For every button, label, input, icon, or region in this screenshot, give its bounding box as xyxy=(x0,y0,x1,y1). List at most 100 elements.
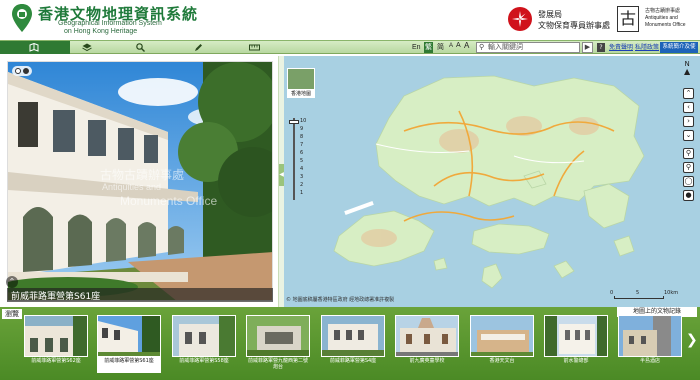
cho-name[interactable]: 文物保育專員辦事處 xyxy=(538,20,610,31)
zoom-tick-label: 2 xyxy=(300,182,304,188)
scale-label-end: 10km xyxy=(664,290,679,296)
scale-bar xyxy=(614,296,664,299)
heritage-thumbnail[interactable]: 前威菲路軍營第S58座 xyxy=(172,315,236,373)
search-icon: ⚲ xyxy=(479,43,485,51)
thumbnail-label: 前威菲路軍營九龍西第二號炮台 xyxy=(247,358,308,370)
thumbnail-label: 前水警總部 xyxy=(563,358,589,364)
next-arrow-icon[interactable]: ❯ xyxy=(686,332,698,348)
privacy-link[interactable]: 私隱政策 xyxy=(635,42,659,51)
thumbnail-image xyxy=(321,315,385,357)
zoom-tick-label: 9 xyxy=(300,126,304,132)
slide-dot-icon[interactable] xyxy=(23,68,29,74)
photo-caption: 前威菲路軍營第S61座 xyxy=(11,292,101,302)
heritage-photo[interactable]: 古物古蹟辦事處 Antiquities and Monuments Office xyxy=(7,61,273,301)
font-size-medium[interactable]: A xyxy=(456,42,461,49)
search-placeholder: 輸入關鍵詞 xyxy=(488,43,523,51)
zoom-tick-label: 4 xyxy=(300,166,304,172)
ruler-icon xyxy=(249,44,260,51)
heritage-thumbnail[interactable]: 前九廣英童學校 xyxy=(395,315,459,373)
thumbnail-label: 半島酒店 xyxy=(639,358,660,364)
thumbnail-label: 前威菲路軍營第S61座 xyxy=(104,358,154,364)
thumbnail-image xyxy=(24,315,88,357)
hong-kong-map xyxy=(284,56,700,307)
system-guide-button[interactable]: 系統簡介及使用指引 xyxy=(660,42,698,61)
zoom-in-icon[interactable]: ⚲ xyxy=(683,148,694,159)
amo-name-en: Antiquities and xyxy=(645,15,678,21)
zoom-slider-handle[interactable] xyxy=(289,120,299,124)
thumbnail-image xyxy=(618,315,682,357)
slideshow-toggle[interactable] xyxy=(12,66,32,76)
zoom-tick-label: 5 xyxy=(300,158,304,164)
basemap-switch-thumbnail[interactable] xyxy=(287,68,315,90)
font-size-large[interactable]: A xyxy=(464,41,469,50)
pen-icon xyxy=(195,44,202,51)
gps-locate-icon[interactable]: ◯ xyxy=(683,176,694,187)
basemap-label[interactable]: 香港地圖 xyxy=(287,90,315,98)
amo-logo[interactable]: 古 xyxy=(617,6,639,32)
zoom-tick-label: 10 xyxy=(300,118,307,124)
devb-name[interactable]: 發展局 xyxy=(538,9,562,20)
thumbnail-image xyxy=(172,315,236,357)
zoom-tick-label: 6 xyxy=(300,150,304,156)
map-layers-icon xyxy=(29,43,39,52)
zoom-tick-label: 7 xyxy=(300,142,304,148)
map-copyright: © 地圖底稿屬香港特區政府 經地政總署准許複製 xyxy=(286,297,395,303)
site-title-en-2: on Hong Kong Heritage xyxy=(64,28,138,35)
location-pin-logo-icon xyxy=(12,4,32,32)
thumbnail-label: 香港天文台 xyxy=(489,358,515,364)
browse-label[interactable]: 瀏覽 xyxy=(2,309,22,319)
heritage-thumbnail[interactable]: 香港天文台 xyxy=(470,315,534,373)
thumbnail-label: 前九廣英童學校 xyxy=(409,358,445,364)
map-view[interactable]: 香港地圖 10 9 8 7 6 5 4 3 2 1 N ▲ ⌃ ‹ › ⌄ ⚲ … xyxy=(284,56,700,307)
pan-left-button[interactable]: ‹ xyxy=(683,102,694,113)
pan-down-button[interactable]: ⌄ xyxy=(683,130,694,141)
amo-name-zh: 古物古蹟辦事處 xyxy=(645,8,681,14)
zoom-tick-label: 3 xyxy=(300,174,304,180)
photo-caption-bar: 前威菲路軍營第S61座 xyxy=(7,288,273,302)
watermark-zh: 古物古蹟辦事處 xyxy=(100,168,185,182)
zoom-slider[interactable] xyxy=(293,118,295,200)
heritage-thumbnail[interactable]: 前威菲路軍營九龍西第二號炮台 xyxy=(246,315,310,373)
heritage-thumbnail[interactable]: 前水警總部 xyxy=(544,315,608,373)
pan-up-button[interactable]: ⌃ xyxy=(683,88,694,99)
zoom-out-icon[interactable]: ⚲ xyxy=(683,162,694,173)
thumbnail-label: 前威菲路軍營第S4座 xyxy=(329,358,377,364)
north-arrow-icon: N ▲ xyxy=(684,60,691,76)
thumbnail-label: 前威菲路軍營第S62座 xyxy=(31,358,81,364)
tab-measure[interactable] xyxy=(236,41,306,54)
lang-simplified-chinese[interactable]: 简 xyxy=(436,42,445,53)
search-icon xyxy=(136,43,145,52)
header: 香港文物地理資訊系統 Geographical Information Syst… xyxy=(0,0,700,40)
disclaimer-link[interactable]: 免責聲明 xyxy=(609,42,633,51)
toolbar: En 繁 简 A A A ⚲ 輸入關鍵詞 ▶ ? 免責聲明 私隱政策 系統簡介及… xyxy=(0,40,700,61)
pan-right-button[interactable]: › xyxy=(683,116,694,127)
thumbnail-image xyxy=(544,315,608,357)
slide-dot-icon[interactable] xyxy=(15,68,21,74)
lang-traditional-chinese[interactable]: 繁 xyxy=(424,42,433,53)
thumbnail-label: 前威菲路軍營第S58座 xyxy=(179,358,229,364)
photo-panel: 古物古蹟辦事處 Antiquities and Monuments Office… xyxy=(0,56,278,307)
tab-map[interactable] xyxy=(0,41,70,54)
map-pin-icon[interactable]: ● xyxy=(683,190,694,201)
thumbnail-image xyxy=(97,315,161,357)
hksar-emblem-icon xyxy=(508,7,532,31)
help-button[interactable]: ? xyxy=(597,43,605,52)
watermark-en-2: Monuments Office xyxy=(120,194,218,208)
scale-label-start: 0 xyxy=(610,290,614,296)
zoom-tick-label: 1 xyxy=(300,190,304,196)
heritage-thumbnail[interactable]: 前威菲路軍營第S4座 xyxy=(321,315,385,373)
zoom-tick-label: 8 xyxy=(300,134,304,140)
heritage-thumbnail[interactable]: 半島酒店 xyxy=(618,315,682,373)
thumbnail-image xyxy=(395,315,459,357)
heritage-thumbnail[interactable]: 前威菲路軍營第S62座 xyxy=(24,315,88,373)
site-title-en: Geographical Information System xyxy=(58,20,162,27)
lang-english[interactable]: En xyxy=(411,42,422,53)
amo-name-en-2: Monuments Office xyxy=(645,22,686,28)
heritage-thumbnail-selected[interactable]: 前威菲路軍營第S61座 xyxy=(97,315,161,373)
search-input[interactable]: ⚲ 輸入關鍵詞 xyxy=(476,42,580,53)
chevron-up-icon[interactable]: ⌃ xyxy=(6,276,18,288)
thumbnail-image xyxy=(246,315,310,357)
search-go-button[interactable]: ▶ xyxy=(582,42,593,53)
thumbnail-image xyxy=(470,315,534,357)
font-size-small[interactable]: A xyxy=(449,43,453,49)
